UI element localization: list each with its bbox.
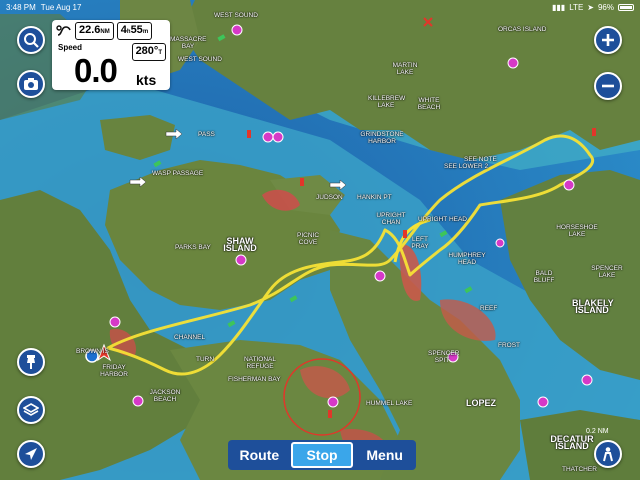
- heading-value: 280°: [135, 45, 159, 57]
- distance-value: 22.6: [79, 24, 101, 36]
- label-friday-harbor: FRIDAY HARBOR: [100, 364, 128, 378]
- pin-button[interactable]: [17, 348, 45, 376]
- label-judson: JUDSON: [316, 194, 343, 201]
- minus-icon: [602, 84, 614, 88]
- route-icon: [56, 24, 72, 38]
- label-bald-bluff: BALD BLUFF: [533, 270, 555, 284]
- search-icon: [24, 33, 39, 48]
- label-frost: FROST: [498, 342, 521, 349]
- distance-unit: NM: [100, 29, 110, 35]
- heading-box: 280°T: [131, 43, 166, 61]
- signal-icon: ▮▮▮: [551, 2, 566, 12]
- label-see-note: SEE NOTE: [464, 156, 497, 163]
- label-decatur-island: DECATUR ISLAND: [550, 434, 594, 451]
- label-brown-is: BROWN IS: [76, 348, 109, 355]
- label-jackson-beach: JACKSON BEACH: [149, 389, 181, 403]
- label-thatcher: THATCHER: [562, 466, 597, 473]
- label-reef: REEF: [480, 305, 498, 312]
- label-wasp-passage: WASP PASSAGE: [152, 170, 204, 177]
- scale-indicator: 0.2 NM: [586, 428, 609, 435]
- network-type: LTE: [569, 2, 584, 12]
- location-icon: ➤: [587, 2, 594, 12]
- label-pass: PASS: [198, 131, 215, 138]
- label-fisherman-bay: FISHERMAN BAY: [228, 376, 281, 383]
- label-spencer-lake: SPENCER LAKE: [591, 265, 623, 279]
- distance-remaining: 22.6NM: [75, 22, 114, 40]
- label-hankin-pt: HANKIN PT: [357, 194, 392, 201]
- speed-value: 0.0: [74, 52, 118, 89]
- label-grindstone-harbor: GRINDSTONE HARBOR: [360, 131, 404, 145]
- label-hummel-lake: HUMMEL LAKE: [366, 400, 413, 407]
- label-turn: TURN: [196, 356, 215, 363]
- search-button[interactable]: [17, 26, 45, 54]
- battery-percent: 96%: [597, 2, 614, 12]
- time-minutes-unit: m: [142, 29, 149, 35]
- zoom-in-button[interactable]: [594, 26, 622, 54]
- locate-button[interactable]: [17, 440, 45, 468]
- speed-label: Speed: [58, 43, 83, 52]
- label-humphrey-head: HUMPHREY HEAD: [448, 252, 486, 266]
- scale-unit: NM: [597, 428, 609, 435]
- menu-button[interactable]: Menu: [355, 442, 414, 468]
- label-see-lower: SEE LOWER 2: [444, 163, 489, 170]
- speed-unit: kts: [136, 72, 157, 88]
- time-remaining: 4h55m: [116, 22, 153, 40]
- label-orcas-island: ORCAS ISLAND: [498, 26, 547, 33]
- label-left-pray: LEFT PRAY: [411, 236, 429, 250]
- label-channel: CHANNEL: [174, 334, 206, 341]
- stop-button[interactable]: Stop: [290, 442, 354, 468]
- status-time: 3:48 PM: [6, 2, 36, 12]
- layers-button[interactable]: [17, 396, 45, 424]
- layers-icon: [23, 403, 39, 416]
- label-west-sound-2: WEST SOUND: [178, 56, 222, 63]
- route-toolbar: Route Stop Menu: [228, 440, 416, 470]
- label-white-beach: WHITE BEACH: [417, 97, 441, 111]
- navigation-arrow-icon: [25, 448, 37, 460]
- status-bar: 3:48 PM Tue Aug 17 ▮▮▮ LTE ➤ 96%: [0, 0, 640, 14]
- person-icon: [603, 447, 613, 462]
- label-blakely-island: BLAKELY ISLAND: [572, 298, 614, 315]
- label-shaw-island: SHAW ISLAND: [223, 236, 257, 253]
- pin-icon: [27, 355, 35, 369]
- time-minutes: 55: [130, 24, 143, 36]
- person-button[interactable]: [594, 440, 622, 468]
- label-lopez: LOPEZ: [466, 398, 497, 408]
- status-date: Tue Aug 17: [40, 2, 82, 12]
- label-parks-bay: PARKS BAY: [175, 244, 211, 251]
- label-horseshoe-lake: HORSESHOE LAKE: [556, 224, 598, 238]
- label-martin-lake: MARTIN LAKE: [392, 62, 418, 76]
- heading-unit: T: [158, 50, 162, 56]
- label-upright-head: UPRIGHT HEAD: [418, 216, 467, 223]
- plus-icon: [602, 34, 614, 46]
- route-button[interactable]: Route: [230, 442, 289, 468]
- label-picnic-cove: PICNIC COVE: [296, 232, 320, 246]
- zoom-out-button[interactable]: [594, 72, 622, 100]
- scale-value: 0.2: [586, 428, 596, 435]
- label-killebrew-lake: KILLEBREW LAKE: [368, 95, 406, 109]
- label-upright-chan: UPRIGHT CHAN: [376, 212, 406, 226]
- label-massacre-bay: MASSACRE BAY: [170, 36, 207, 50]
- camera-icon: [24, 78, 38, 90]
- label-spencer-spit: SPENCER SPIT: [428, 350, 460, 364]
- camera-button[interactable]: [17, 70, 45, 98]
- navigation-info-panel[interactable]: 22.6NM 4h55m Speed 280°T 0.0 kts: [52, 20, 170, 90]
- battery-icon: [618, 3, 634, 11]
- label-national-refuge: NATIONAL REFUGE: [243, 356, 277, 370]
